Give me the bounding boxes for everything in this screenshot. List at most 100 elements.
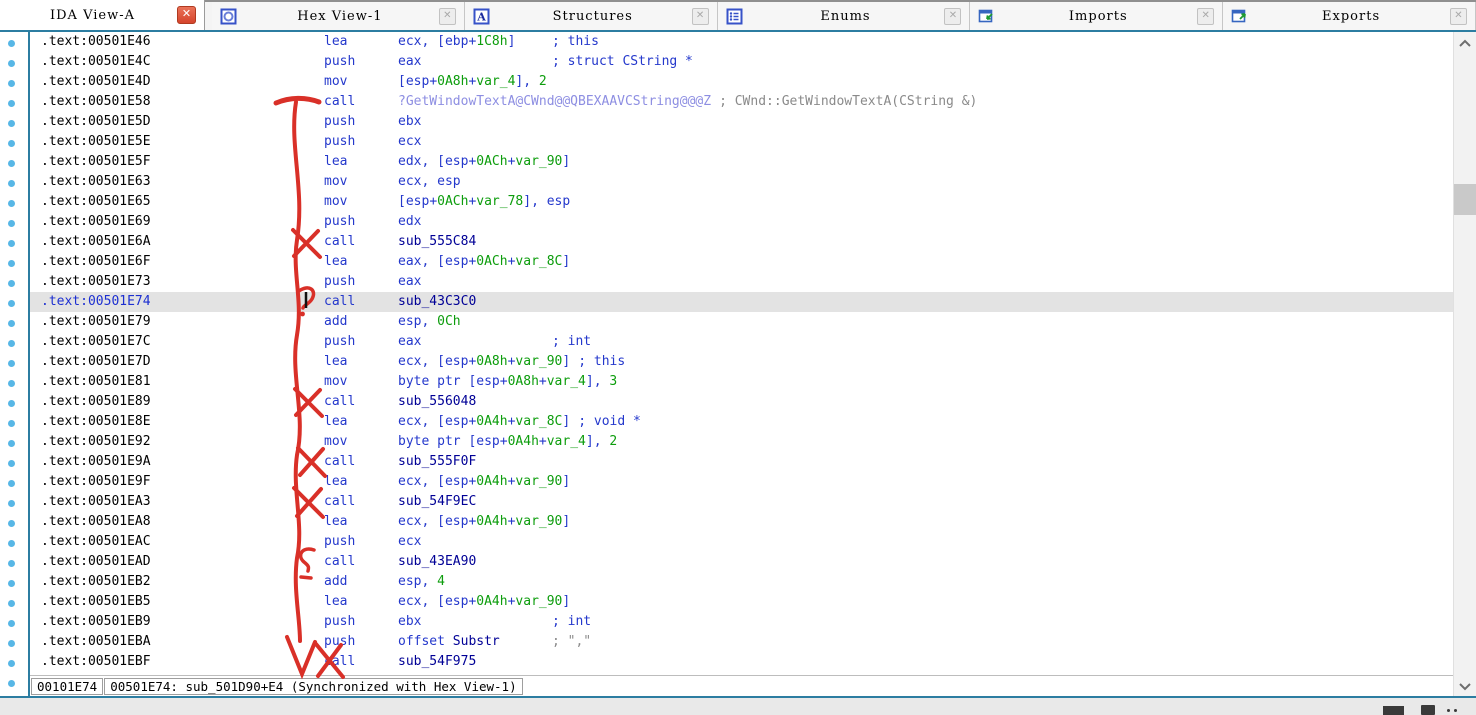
mnemonic: call xyxy=(324,92,398,112)
disassembly-line[interactable]: .text:00501EBApushoffset Substr; "," xyxy=(30,632,1453,652)
disassembly-line[interactable]: .text:00501E81movbyte ptr [esp+0A8h+var_… xyxy=(30,372,1453,392)
operands: ebx xyxy=(398,112,544,132)
tab-hex-view-1[interactable]: Hex View-1✕ xyxy=(212,2,465,30)
disassembly-line[interactable]: .text:00501E73pusheax xyxy=(30,272,1453,292)
navband-dot xyxy=(8,80,15,87)
tab-close-icon[interactable]: ✕ xyxy=(692,8,709,25)
tab-structures[interactable]: AStructures✕ xyxy=(465,2,718,30)
mnemonic: call xyxy=(324,652,398,672)
operands: eax xyxy=(398,272,544,292)
disassembly-listing[interactable]: .text:00501E46leaecx, [ebp+1C8h]; this.t… xyxy=(30,32,1453,675)
exports-icon xyxy=(1231,8,1248,25)
disassembly-line[interactable]: .text:00501E6Fleaeax, [esp+0ACh+var_8C] xyxy=(30,252,1453,272)
operands: offset Substr xyxy=(398,632,544,652)
tab-exports[interactable]: Exports✕ xyxy=(1223,2,1476,30)
mnemonic: mov xyxy=(324,372,398,392)
disassembly-line[interactable]: .text:00501EB5leaecx, [esp+0A4h+var_90] xyxy=(30,592,1453,612)
disassembly-line[interactable]: .text:00501E79addesp, 0Ch xyxy=(30,312,1453,332)
tab-close-icon[interactable]: ✕ xyxy=(177,6,196,24)
address: .text:00501E6A xyxy=(30,232,324,252)
operands: ecx xyxy=(398,532,544,552)
disassembly-line[interactable]: .text:00501E69pushedx xyxy=(30,212,1453,232)
address: .text:00501E73 xyxy=(30,272,324,292)
mnemonic: mov xyxy=(324,172,398,192)
address: .text:00501E92 xyxy=(30,432,324,452)
disassembly-line[interactable]: .text:00501E46leaecx, [ebp+1C8h]; this xyxy=(30,32,1453,52)
mnemonic: push xyxy=(324,132,398,152)
comment: ; void * xyxy=(570,412,641,432)
disassembly-line[interactable]: .text:00501EADcallsub_43EA90 xyxy=(30,552,1453,572)
disassembly-line[interactable]: .text:00501E5Dpushebx xyxy=(30,112,1453,132)
comment: ; int xyxy=(544,612,591,632)
scroll-down-icon[interactable] xyxy=(1458,682,1472,692)
address: .text:00501E58 xyxy=(30,92,324,112)
tab-close-icon[interactable]: ✕ xyxy=(1197,8,1214,25)
mnemonic: mov xyxy=(324,192,398,212)
disassembly-line[interactable]: .text:00501EA3callsub_54F9EC xyxy=(30,492,1453,512)
tab-close-icon[interactable]: ✕ xyxy=(439,8,456,25)
disassembly-line[interactable]: .text:00501E4Dmov[esp+0A8h+var_4], 2 xyxy=(30,72,1453,92)
navband-dot xyxy=(8,240,15,247)
scroll-up-icon[interactable] xyxy=(1458,38,1472,48)
mnemonic: push xyxy=(324,632,398,652)
disassembly-line[interactable]: .text:00501EB9pushebx; int xyxy=(30,612,1453,632)
disassembly-line[interactable]: .text:00501E9Acallsub_555F0F xyxy=(30,452,1453,472)
address: .text:00501E9A xyxy=(30,452,324,472)
disassembly-line[interactable]: .text:00501E7Dleaecx, [esp+0A8h+var_90];… xyxy=(30,352,1453,372)
address: .text:00501EAC xyxy=(30,532,324,552)
operands: byte ptr [esp+0A4h+var_4], 2 xyxy=(398,432,617,452)
mnemonic: lea xyxy=(324,32,398,52)
disassembly-line[interactable]: .text:00501E4Cpusheax; struct CString * xyxy=(30,52,1453,72)
address: .text:00501EBF xyxy=(30,652,324,672)
address: .text:00501E81 xyxy=(30,372,324,392)
address: .text:00501EA8 xyxy=(30,512,324,532)
enums-icon xyxy=(726,8,743,25)
disassembly-line[interactable]: .text:00501E9Fleaecx, [esp+0A4h+var_90] xyxy=(30,472,1453,492)
tab-imports[interactable]: Imports✕ xyxy=(970,2,1223,30)
navband-dot xyxy=(8,500,15,507)
tab-close-icon[interactable]: ✕ xyxy=(944,8,961,25)
tab-ida-view-a[interactable]: IDA View-A✕ xyxy=(0,0,205,30)
disassembly-line[interactable]: .text:00501E65mov[esp+0ACh+var_78], esp xyxy=(30,192,1453,212)
address: .text:00501EB2 xyxy=(30,572,324,592)
address: .text:00501E4C xyxy=(30,52,324,72)
disassembly-line[interactable]: .text:00501E92movbyte ptr [esp+0A4h+var_… xyxy=(30,432,1453,452)
disassembly-line[interactable]: .text:00501EACpushecx xyxy=(30,532,1453,552)
disassembly-line[interactable]: .text:00501E58call?GetWindowTextA@CWnd@@… xyxy=(30,92,1453,112)
disassembly-line[interactable]: .text:00501E6Acallsub_555C84 xyxy=(30,232,1453,252)
tab-enums[interactable]: Enums✕ xyxy=(718,2,971,30)
disassembly-line[interactable]: .text:00501EA8leaecx, [esp+0A4h+var_90] xyxy=(30,512,1453,532)
scrollbar-thumb[interactable] xyxy=(1454,184,1476,215)
address: .text:00501E7C xyxy=(30,332,324,352)
disassembly-line[interactable]: .text:00501E5Fleaedx, [esp+0ACh+var_90] xyxy=(30,152,1453,172)
disassembly-line[interactable]: .text:00501E8Eleaecx, [esp+0A4h+var_8C];… xyxy=(30,412,1453,432)
disassembly-line[interactable]: .text:00501E7Cpusheax; int xyxy=(30,332,1453,352)
navband-dot xyxy=(8,180,15,187)
tab-close-icon[interactable]: ✕ xyxy=(1450,8,1467,25)
comment: ; this xyxy=(570,352,625,372)
disassembly-line[interactable]: .text:00501EB2addesp, 4 xyxy=(30,572,1453,592)
mnemonic: add xyxy=(324,312,398,332)
navband-dot xyxy=(8,640,15,647)
operands: sub_43EA90 xyxy=(398,552,544,572)
tab-label: Imports xyxy=(999,9,1197,24)
taskbar-icon xyxy=(1383,706,1404,715)
operands: ebx xyxy=(398,612,544,632)
tab-label: Exports xyxy=(1252,9,1450,24)
mnemonic: call xyxy=(324,292,398,312)
disassembly-line[interactable]: .text:00501E89callsub_556048 xyxy=(30,392,1453,412)
vertical-scrollbar[interactable] xyxy=(1453,32,1476,696)
disassembly-line[interactable]: .text:00501E5Epushecx xyxy=(30,132,1453,152)
tab-label: Hex View-1 xyxy=(241,9,439,24)
operands: eax xyxy=(398,52,544,72)
operands: ecx, [esp+0A4h+var_90] xyxy=(398,512,570,532)
navband-dot xyxy=(8,160,15,167)
disassembly-line[interactable]: .text:00501E63movecx, esp xyxy=(30,172,1453,192)
address: .text:00501E8E xyxy=(30,412,324,432)
navband-dot xyxy=(8,220,15,227)
taskbar-monitor-icon xyxy=(1421,705,1435,715)
bottom-strip xyxy=(0,698,1476,715)
disassembly-line-current[interactable]: .text:00501E74callsub_43C3C0 xyxy=(30,292,1453,312)
disassembly-line[interactable]: .text:00501EBFcallsub_54F975 xyxy=(30,652,1453,672)
mnemonic: lea xyxy=(324,592,398,612)
